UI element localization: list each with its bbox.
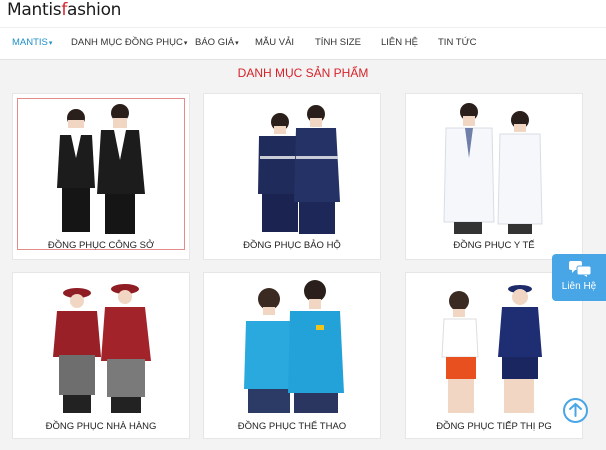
contact-button[interactable]: Liên Hệ xyxy=(552,254,606,301)
product-label: ĐỒNG PHỤC Y TẾ xyxy=(453,240,535,251)
nav-item-tin-tuc[interactable]: TIN TỨC xyxy=(438,37,477,48)
product-label: ĐỒNG PHỤC NHÀ HÀNG xyxy=(45,421,157,432)
contact-label: Liên Hệ xyxy=(561,281,597,292)
product-card-y-te[interactable]: ĐỒNG PHỤC Y TẾ xyxy=(405,93,583,260)
top-bar: Mantisfashion xyxy=(0,0,606,27)
section-title: DANH MỤC SẢN PHẨM xyxy=(237,66,369,80)
nav-item-bao-gia[interactable]: BÁO GIÁ▾ xyxy=(195,37,239,48)
product-image-restaurant-uniform xyxy=(53,284,151,413)
product-card-the-thao[interactable]: ĐỒNG PHỤC THỂ THAO xyxy=(203,272,381,439)
chevron-down-icon: ▾ xyxy=(48,40,53,47)
product-image-sportswear xyxy=(244,280,344,413)
chat-bubbles-icon xyxy=(569,261,591,277)
nav-item-lien-he[interactable]: LIÊN HỆ xyxy=(381,37,418,48)
product-image-medical-uniform xyxy=(443,103,543,234)
product-card-nha-hang[interactable]: ĐỒNG PHỤC NHÀ HÀNG xyxy=(12,272,190,439)
main-nav: MANTIS▾ DANH MỤC ĐỒNG PHỤC▾ BÁO GIÁ▾ MẪU… xyxy=(0,27,606,60)
product-image-office-uniform xyxy=(57,104,145,234)
scroll-to-top-button[interactable] xyxy=(563,398,588,423)
product-image-workwear xyxy=(258,105,340,234)
nav-item-danh-muc[interactable]: DANH MỤC ĐỒNG PHỤC▾ xyxy=(71,37,187,48)
product-card-bao-ho[interactable]: ĐỒNG PHỤC BẢO HỘ xyxy=(203,93,381,260)
product-label: ĐỒNG PHỤC TIẾP THỊ PG xyxy=(436,421,552,432)
chevron-down-icon: ▾ xyxy=(235,40,239,47)
site-logo[interactable]: Mantisfashion xyxy=(7,0,121,20)
nav-item-mantis[interactable]: MANTIS▾ xyxy=(12,37,52,48)
product-label: ĐỒNG PHỤC THỂ THAO xyxy=(237,421,347,432)
product-image-pg-uniform xyxy=(441,285,542,413)
nav-item-mau-vai[interactable]: MẪU VẢI xyxy=(255,37,294,48)
arrow-up-icon xyxy=(569,402,582,417)
product-card-cong-so[interactable]: ĐỒNG PHỤC CÔNG SỞ xyxy=(12,93,190,260)
product-label: ĐỒNG PHỤC BẢO HỘ xyxy=(243,240,341,251)
chevron-down-icon: ▾ xyxy=(183,40,188,47)
product-label: ĐỒNG PHỤC CÔNG SỞ xyxy=(47,240,155,251)
nav-item-tinh-size[interactable]: TÍNH SIZE xyxy=(315,37,361,48)
